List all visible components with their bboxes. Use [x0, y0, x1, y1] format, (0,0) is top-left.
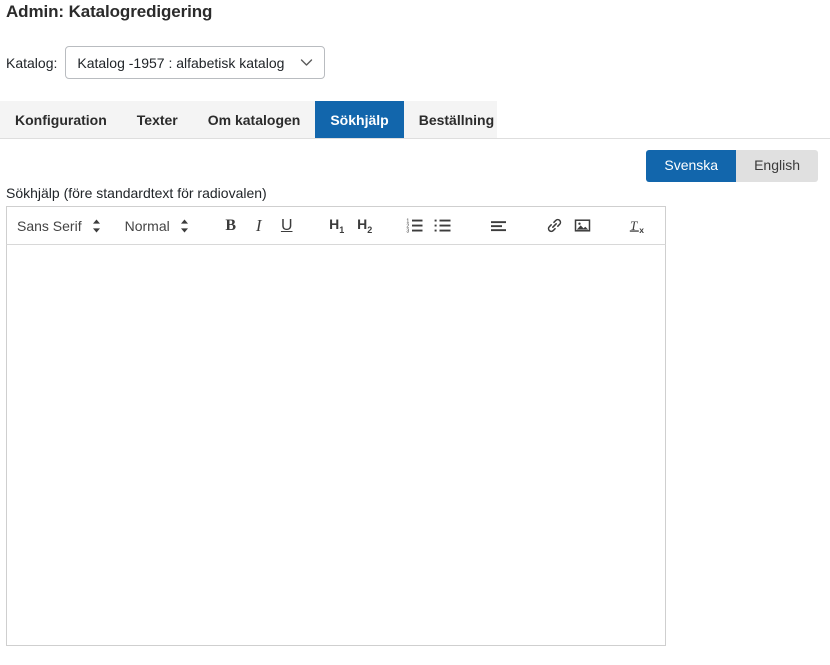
page-title: Admin: Katalogredigering — [6, 2, 213, 21]
clear-formatting-button[interactable]: T x — [625, 212, 653, 240]
editor-field-label: Sökhjälp (före standardtext för radioval… — [6, 185, 267, 201]
ordered-list-button[interactable]: 1 2 3 — [401, 212, 429, 240]
tab-bar: Konfiguration Texter Om katalogen Sökhjä… — [0, 101, 830, 139]
tab-bar-underline — [0, 138, 830, 139]
language-toggle: Svenska English — [646, 150, 818, 183]
heading-1-button[interactable]: H1 — [323, 212, 351, 240]
catalog-label: Katalog: — [6, 54, 58, 71]
italic-icon: I — [255, 216, 262, 235]
clear-formatting-icon: T x — [629, 217, 648, 235]
ordered-list-icon: 1 2 3 — [406, 217, 423, 234]
language-button-english[interactable]: English — [736, 150, 818, 183]
heading-2-button[interactable]: H2 — [351, 212, 379, 240]
font-family-select[interactable]: Sans Serif — [11, 211, 107, 241]
bold-button[interactable]: B — [217, 212, 245, 240]
image-icon — [574, 217, 591, 234]
font-family-value: Sans Serif — [17, 217, 82, 234]
bold-icon: B — [225, 216, 237, 234]
link-button[interactable] — [541, 212, 569, 240]
stacked-arrows-icon — [92, 218, 101, 234]
chevron-down-icon — [298, 54, 315, 71]
align-button[interactable] — [485, 212, 513, 240]
tab-sokhjalp[interactable]: Sökhjälp — [315, 101, 404, 138]
catalog-select[interactable]: Katalog -1957 : alfabetisk katalog — [65, 46, 326, 79]
tab-bestallning[interactable]: Beställning — [404, 101, 509, 138]
h1-icon: H1 — [329, 215, 345, 235]
tab-list: Konfiguration Texter Om katalogen Sökhjä… — [0, 101, 509, 138]
font-size-value: Normal — [124, 217, 170, 234]
h2-icon: H2 — [357, 215, 373, 235]
rich-text-editor: Sans Serif Normal B I U H1 H2 1 2 3 T x — [6, 206, 666, 646]
editor-toolbar: Sans Serif Normal B I U H1 H2 1 2 3 T x — [6, 206, 666, 245]
stacked-arrows-icon — [180, 218, 189, 234]
link-icon — [546, 217, 563, 234]
catalog-select-value: Katalog -1957 : alfabetisk katalog — [77, 54, 285, 71]
image-button[interactable] — [569, 212, 597, 240]
align-left-icon — [490, 217, 507, 234]
tab-texter[interactable]: Texter — [122, 101, 193, 138]
underline-icon: U — [280, 216, 293, 234]
bullet-list-button[interactable] — [429, 212, 457, 240]
svg-text:x: x — [639, 225, 644, 235]
tab-om-katalogen[interactable]: Om katalogen — [193, 101, 316, 138]
underline-button[interactable]: U — [273, 212, 301, 240]
tab-konfiguration[interactable]: Konfiguration — [0, 101, 122, 138]
italic-button[interactable]: I — [245, 212, 273, 240]
editor-content-area[interactable] — [6, 245, 666, 646]
catalog-selector-row: Katalog: Katalog -1957 : alfabetisk kata… — [6, 46, 326, 79]
bullet-list-icon — [434, 217, 451, 234]
font-size-select[interactable]: Normal — [119, 211, 195, 241]
svg-text:3: 3 — [407, 228, 410, 234]
language-button-svenska[interactable]: Svenska — [646, 150, 737, 183]
